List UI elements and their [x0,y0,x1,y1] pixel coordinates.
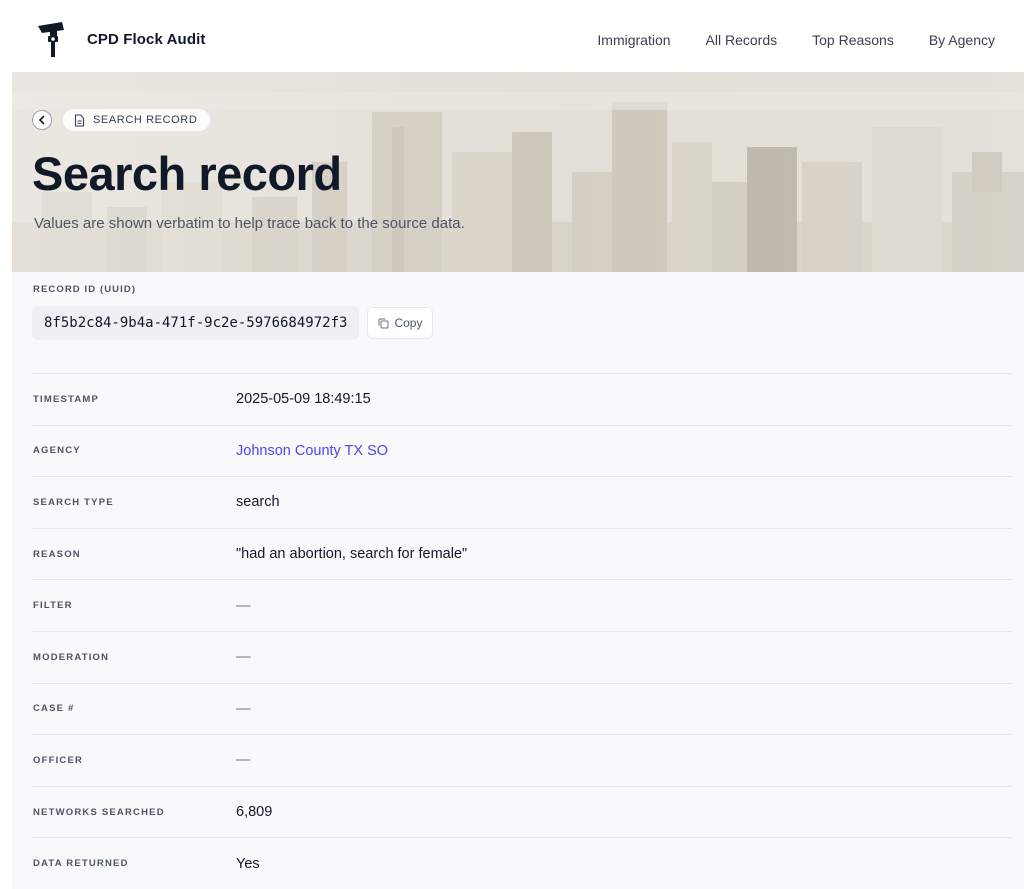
back-button[interactable] [32,110,52,130]
hero-banner: SEARCH RECORD Search record Values are s… [12,72,1024,272]
top-navigation: CPD Flock Audit Immigration All Records … [0,0,1024,76]
copy-icon [378,318,389,328]
uuid-value: 8f5b2c84-9b4a-471f-9c2e-5976684972f3 [44,315,348,331]
field-row-agency: AGENCY Johnson County TX SO [32,424,1012,477]
record-details: RECORD ID (UUID) 8f5b2c84-9b4a-471f-9c2e… [12,272,1024,889]
field-row-case-number: CASE # — [32,682,1012,735]
field-key: MODERATION [33,651,110,663]
document-icon [74,113,85,127]
uuid-value-box: 8f5b2c84-9b4a-471f-9c2e-5976684972f3 [32,306,360,340]
record-fields: TIMESTAMP 2025-05-09 18:49:15 AGENCY Joh… [32,373,1012,889]
field-key: AGENCY [33,445,81,457]
field-value: — [236,752,251,769]
lamppost-camera-logo-icon [38,22,64,57]
copy-button[interactable]: Copy [367,307,434,339]
field-key: OFFICER [33,754,84,766]
agency-link[interactable]: Johnson County TX SO [236,443,388,459]
main-nav: Immigration All Records Top Reasons By A… [562,32,995,48]
field-row-networks-searched: NETWORKS SEARCHED 6,809 [32,785,1012,838]
field-value: 6,809 [236,804,273,821]
copy-label: Copy [394,316,423,330]
field-key: REASON [33,548,81,560]
field-key: DATA RETURNED [33,858,129,870]
field-key: SEARCH TYPE [33,496,114,508]
nav-top-reasons[interactable]: Top Reasons [812,32,894,48]
field-key: CASE # [33,703,75,715]
page-subtitle: Values are shown verbatim to help trace … [34,215,465,232]
field-value: "had an abortion, search for female" [236,546,468,563]
uuid-row: 8f5b2c84-9b4a-471f-9c2e-5976684972f3 Cop… [32,306,434,340]
field-row-timestamp: TIMESTAMP 2025-05-09 18:49:15 [32,373,1012,425]
field-row-filter: FILTER — [32,579,1012,631]
field-key: TIMESTAMP [33,393,100,405]
nav-immigration[interactable]: Immigration [597,32,670,48]
page-title: Search record [32,147,342,200]
uuid-label: RECORD ID (UUID) [33,284,137,295]
field-value: Yes [236,855,260,872]
chevron-left-icon [39,115,45,125]
field-value: — [236,649,251,666]
brand-name: CPD Flock Audit [87,30,206,48]
breadcrumb: SEARCH RECORD [32,108,212,132]
field-row-search-type: SEARCH TYPE search [32,476,1012,528]
brand[interactable]: CPD Flock Audit [36,20,205,58]
field-key: NETWORKS SEARCHED [33,806,165,818]
field-row-moderation: MODERATION — [32,630,1012,683]
nav-all-records[interactable]: All Records [706,32,778,48]
field-value: — [236,597,251,614]
breadcrumb-label: SEARCH RECORD [93,114,198,126]
field-value: search [236,494,280,511]
breadcrumb-pill: SEARCH RECORD [62,108,212,132]
field-row-officer: OFFICER — [32,734,1012,786]
field-row-data-returned: DATA RETURNED Yes [32,837,1012,889]
field-row-reason: REASON "had an abortion, search for fema… [32,527,1012,580]
field-value: — [236,700,251,717]
nav-by-agency[interactable]: By Agency [929,32,995,48]
field-value: 2025-05-09 18:49:15 [236,391,371,408]
field-key: FILTER [33,600,73,612]
